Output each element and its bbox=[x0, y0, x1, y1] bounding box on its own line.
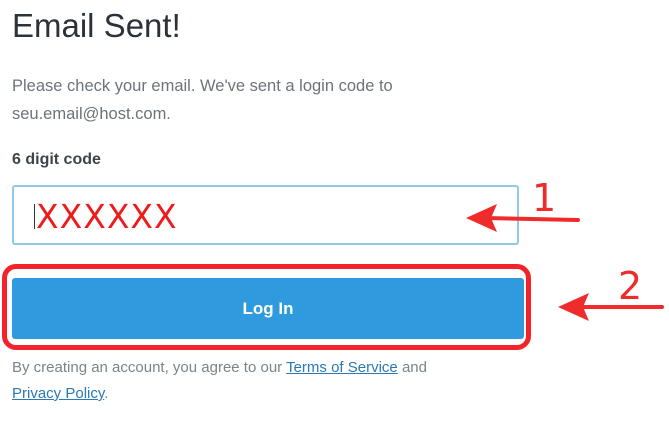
six-digit-code-label: 6 digit code bbox=[12, 151, 101, 168]
text-cursor bbox=[34, 204, 35, 229]
annotation-step-2: 2 bbox=[618, 264, 643, 308]
annotation-step-1: 1 bbox=[532, 176, 557, 220]
email-address: seu.email@host.com. bbox=[12, 105, 171, 123]
terms-of-service-link[interactable]: Terms of Service bbox=[286, 359, 398, 376]
legal-suffix: . bbox=[104, 385, 109, 402]
legal-agreement: By creating an account, you agree to our… bbox=[12, 355, 572, 407]
page-title: Email Sent! bbox=[12, 7, 181, 44]
message-text: Please check your email. We've sent a lo… bbox=[12, 77, 393, 95]
six-digit-code-input[interactable] bbox=[36, 195, 506, 237]
six-digit-code-field[interactable] bbox=[12, 185, 519, 245]
privacy-policy-link[interactable]: Privacy Policy bbox=[12, 385, 104, 402]
log-in-button[interactable]: Log In bbox=[12, 278, 524, 339]
legal-prefix: By creating an account, you agree to our bbox=[12, 359, 287, 376]
login-code-message: Please check your email. We've sent a lo… bbox=[12, 72, 482, 128]
legal-middle: and bbox=[397, 359, 427, 376]
left-arrow-icon bbox=[558, 293, 664, 321]
